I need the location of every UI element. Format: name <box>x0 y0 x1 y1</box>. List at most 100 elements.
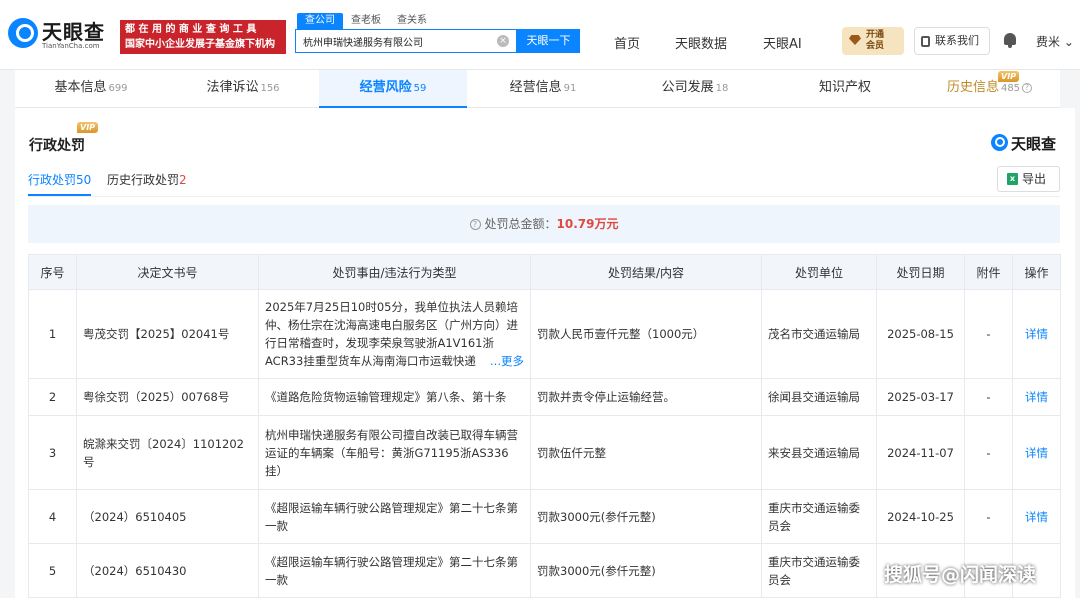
watermark: 搜狐号@闪闻深读 <box>884 564 1037 586</box>
promo-banner[interactable]: 都 在 用 的 商 业 查 询 工 具 国家中小企业发展子基金旗下机构 <box>120 20 286 54</box>
subtab-history-penalty[interactable]: 历史行政处罚2 <box>107 171 187 188</box>
cell-reason: 《道路危险货物运输管理规定》第八条、第十条 <box>258 378 531 416</box>
penalty-summary: ? 处罚总金额：10.79万元 <box>28 205 1060 243</box>
cell-reason: 杭州申瑞快递服务有限公司擅自改装已取得车辆营运证的车辆案（车船号：黄浙G7119… <box>258 415 531 490</box>
cell-attachment: - <box>964 415 1013 490</box>
phone-icon <box>921 36 930 47</box>
active-subtab-indicator <box>28 194 91 196</box>
cell-doc: （2024）6510430 <box>76 543 259 598</box>
question-icon: ? <box>469 219 481 230</box>
excel-icon: x <box>1007 173 1018 185</box>
cell-doc: 粤徐交罚（2025）00768号 <box>76 378 259 416</box>
cell-no: 2 <box>28 378 77 416</box>
tab-count: 18 <box>715 83 729 94</box>
col-header-result: 处罚结果/内容 <box>530 254 762 290</box>
vip-line-1: 开通 <box>866 30 885 40</box>
company-tabs: 基本信息 699 法律诉讼 156 经营风险 59 经营信息 91 公司发展 18 知识产… <box>15 70 1060 108</box>
col-header-action: 操作 <box>1012 254 1061 290</box>
logo-text: 天眼查 <box>42 20 105 44</box>
tab-history[interactable]: 历史信息 485? <box>919 70 1060 108</box>
cell-date: 2025-08-15 <box>876 289 965 379</box>
table-row: 1 粤茂交罚【2025】02041号 2025年7月25日10时05分，我单位执… <box>28 289 1061 379</box>
tab-label: 基本信息 <box>54 80 107 95</box>
tab-development[interactable]: 公司发展 18 <box>619 70 771 108</box>
col-header-doc: 决定文书号 <box>76 254 259 290</box>
detail-link[interactable]: 详情 <box>1012 415 1061 490</box>
vip-badge: VIP <box>77 122 99 133</box>
export-label: 导出 <box>1022 172 1047 186</box>
tab-basic-info[interactable]: 基本信息 699 <box>15 70 167 108</box>
tab-count: 699 <box>108 83 128 94</box>
tab-operating-info[interactable]: 经营信息 91 <box>467 70 619 108</box>
cell-no: 1 <box>28 289 77 379</box>
col-header-unit: 处罚单位 <box>761 254 877 290</box>
user-menu[interactable]: 费米 ⌄ <box>1036 33 1074 50</box>
detail-link[interactable]: 详情 <box>1012 489 1061 544</box>
more-link[interactable]: ...更多 <box>490 354 524 368</box>
bell-icon[interactable] <box>1004 33 1016 48</box>
tab-legal[interactable]: 法律诉讼 156 <box>167 70 319 108</box>
tab-label: 公司发展 <box>661 80 714 95</box>
search-type-tabs: 查公司 查老板 查关系 <box>297 13 435 29</box>
user-name: 费米 <box>1036 35 1061 49</box>
search-tab-boss[interactable]: 查老板 <box>343 13 389 29</box>
cell-unit: 来安县交通运输局 <box>761 415 877 490</box>
cell-unit: 徐闻县交通运输局 <box>761 378 877 416</box>
tab-count: 91 <box>563 83 577 94</box>
table-row: 4 （2024）6510405 《超限运输车辆行驶公路管理规定》第二十七条第一款… <box>28 489 1061 544</box>
cell-doc: 粤茂交罚【2025】02041号 <box>76 289 259 379</box>
tab-ip[interactable]: 知识产权 <box>771 70 919 108</box>
cell-unit: 重庆市交通运输委员会 <box>761 543 877 598</box>
divider <box>28 196 1060 197</box>
nav-home[interactable]: 首页 <box>614 33 640 52</box>
col-header-no: 序号 <box>28 254 77 290</box>
search-button[interactable]: 天眼一下 <box>517 29 580 53</box>
subtab-admin-penalty[interactable]: 行政处罚50 <box>28 171 91 188</box>
cell-doc: 皖滁来交罚〔2024〕1101202号 <box>76 415 259 490</box>
col-header-attachment: 附件 <box>964 254 1013 290</box>
tab-label: 法律诉讼 <box>206 80 259 95</box>
tab-count: 156 <box>260 83 280 94</box>
vip-badge: VIP <box>998 71 1020 82</box>
promo-line-2: 国家中小企业发展子基金旗下机构 <box>125 39 275 50</box>
logo-icon <box>8 18 38 48</box>
col-header-date: 处罚日期 <box>876 254 965 290</box>
table-header-row: 序号 决定文书号 处罚事由/违法行为类型 处罚结果/内容 处罚单位 处罚日期 附… <box>28 254 1061 290</box>
subtab-label: 行政处罚 <box>28 173 77 187</box>
cell-reason: 《超限运输车辆行驶公路管理规定》第二十七条第一款 <box>258 543 531 598</box>
summary-amount: 10.79万元 <box>556 217 619 231</box>
cell-date: 2025-03-17 <box>876 378 965 416</box>
subtab-label: 历史行政处罚 <box>107 173 180 187</box>
tab-label: 历史信息 <box>946 80 999 95</box>
cell-result: 罚款3000元(参仟元整) <box>530 543 762 598</box>
detail-link[interactable]: 详情 <box>1012 289 1061 379</box>
search-input[interactable] <box>296 30 492 52</box>
open-vip-button[interactable]: 开通 会员 <box>842 27 904 55</box>
search-tab-company[interactable]: 查公司 <box>297 13 343 29</box>
cell-no: 3 <box>28 415 77 490</box>
cell-reason: 2025年7月25日10时05分，我单位执法人员赖培仲、杨仕宗在沈海高速电白服务… <box>258 289 531 379</box>
tab-label: 经营风险 <box>359 80 412 95</box>
cell-attachment: - <box>964 378 1013 416</box>
clear-icon[interactable]: × <box>497 35 509 47</box>
top-header: 天眼查 TianYanCha.com 都 在 用 的 商 业 查 询 工 具 国… <box>0 0 1080 70</box>
nav-data[interactable]: 天眼数据 <box>675 33 727 52</box>
reason-text: 2025年7月25日10时05分，我单位执法人员赖培仲、杨仕宗在沈海高速电白服务… <box>265 300 518 368</box>
penalty-table: 序号 决定文书号 处罚事由/违法行为类型 处罚结果/内容 处罚单位 处罚日期 附… <box>28 254 1061 598</box>
cell-no: 5 <box>28 543 77 598</box>
summary-label: 处罚总金额： <box>484 217 557 231</box>
contact-us-button[interactable]: 联系我们 <box>914 27 990 55</box>
cell-result: 罚款并责令停止运输经营。 <box>530 378 762 416</box>
help-icon: ? <box>1022 82 1033 93</box>
tab-count: 485 <box>1000 83 1021 94</box>
tab-label: 经营信息 <box>509 80 562 95</box>
cell-unit: 重庆市交通运输委员会 <box>761 489 877 544</box>
tab-operational-risk[interactable]: 经营风险 59 <box>319 70 467 108</box>
cell-no: 4 <box>28 489 77 544</box>
tianyancha-logo[interactable]: 天眼查 TianYanCha.com <box>8 14 116 54</box>
export-button[interactable]: x 导出 <box>997 166 1060 192</box>
detail-link[interactable]: 详情 <box>1012 378 1061 416</box>
cell-attachment: - <box>964 489 1013 544</box>
nav-ai[interactable]: 天眼AI <box>763 33 802 52</box>
search-tab-relation[interactable]: 查关系 <box>389 13 435 29</box>
